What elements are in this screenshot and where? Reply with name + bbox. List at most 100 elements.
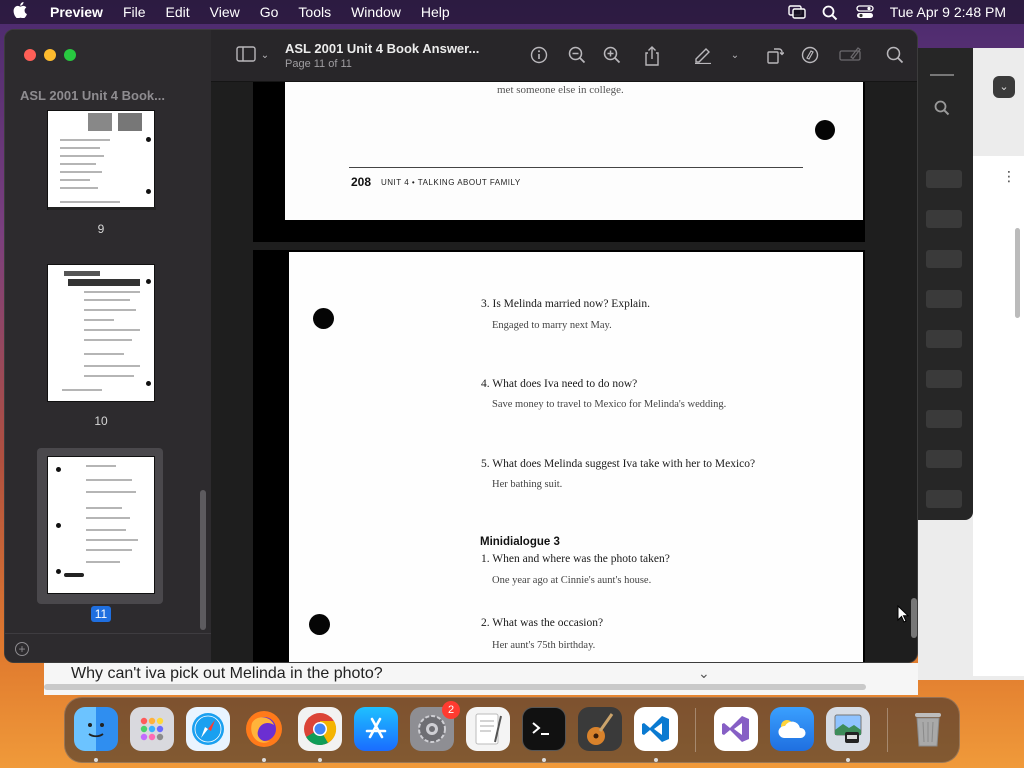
apple-menu-icon[interactable] [0,2,40,22]
trash-icon[interactable] [906,707,950,751]
thumbnail-text-line [86,549,132,551]
thumbnail-page-9[interactable]: 9 [47,110,156,236]
safari-icon[interactable] [186,707,230,751]
background-list-row[interactable] [926,170,962,188]
thumbnail-hole [56,467,61,472]
menu-go[interactable]: Go [250,0,289,24]
zoom-out-icon[interactable] [567,46,587,66]
chevron-down-icon[interactable]: ⌄ [698,665,710,682]
rotate-icon[interactable] [765,46,785,66]
thumbnail-text-line [84,365,140,367]
chrome-icon[interactable] [298,707,342,751]
thumbnail-edge [48,207,156,210]
background-scrollbar[interactable] [1015,228,1020,318]
background-list-row[interactable] [926,290,962,308]
chevron-down-icon[interactable]: ⌄ [259,46,271,66]
weather-icon[interactable] [770,707,814,751]
document-viewer[interactable]: met someone else in college. 208 UNIT 4 … [211,82,917,662]
background-list-row[interactable] [926,330,962,348]
info-icon[interactable] [529,46,549,66]
thumbnail-text-line [86,561,120,563]
background-list-row[interactable] [926,250,962,268]
thumbnail-banner [68,279,140,286]
thumbnail-text-line [84,299,130,301]
thumbnail-hole [56,523,61,528]
background-list-row[interactable] [926,450,962,468]
question-text: 3. Is Melinda married now? Explain. [481,298,650,310]
thumbnail-text-line [60,187,98,189]
sidebar-toggle-icon[interactable] [235,46,257,66]
form-fill-icon[interactable] [838,46,862,66]
menubar-clock[interactable]: Tue Apr 9 2:48 PM [890,4,1006,20]
thumbnail-page-11[interactable]: 11 [47,456,155,622]
underlying-question-text[interactable]: Why can't iva pick out Melinda in the ph… [71,665,383,683]
thumbnail-text-line [86,479,132,481]
thumbnail-text-line [60,155,104,157]
thumbnail-text-line [60,163,96,165]
thumbnail-text-line [84,309,136,311]
vscode-icon[interactable] [634,707,678,751]
menu-file[interactable]: File [113,0,156,24]
markup-pen-icon[interactable] [693,46,713,66]
terminal-icon[interactable] [522,707,566,751]
mouse-cursor-icon [897,604,910,623]
visual-studio-icon[interactable] [714,707,758,751]
document-scrollbar[interactable] [911,598,917,638]
thumbnail-label: 9 [97,222,105,236]
background-window[interactable]: ⌄ ⋮ [918,48,1024,680]
sidebar-scrollbar[interactable] [200,490,206,630]
app-store-icon[interactable] [354,707,398,751]
fullscreen-button[interactable] [64,49,76,61]
thumbnail-text-line [86,465,116,467]
thumbnail-text-line [62,389,102,391]
firefox-icon[interactable] [242,707,286,751]
textedit-icon[interactable] [466,707,510,751]
thumbnail-text-line [84,291,140,293]
background-list-row[interactable] [926,210,962,228]
thumbnail-text-line [84,319,114,321]
minimize-button[interactable] [44,49,56,61]
thumbnail-photo [88,113,112,131]
thumbnail-sidebar: ASL 2001 Unit 4 Book... 9 10 11 + [5,30,211,662]
page-footer-text: UNIT 4 • TALKING ABOUT FAMILY [381,178,521,187]
launchpad-icon[interactable] [130,707,174,751]
finder-icon[interactable] [74,707,118,751]
preview-icon[interactable] [826,707,870,751]
background-list-row[interactable] [926,370,962,388]
background-list-row[interactable] [926,410,962,428]
share-icon[interactable] [642,46,662,66]
answer-text: Engaged to marry next May. [492,320,612,331]
background-search-icon[interactable] [934,100,950,120]
dock-separator [887,708,888,752]
add-icon[interactable]: + [15,642,29,656]
menu-tools[interactable]: Tools [288,0,341,24]
search-icon[interactable] [885,46,905,66]
menu-view[interactable]: View [200,0,250,24]
markup-icon[interactable] [800,46,820,66]
page-count: Page 11 of 11 [285,58,352,70]
spotlight-search-icon[interactable] [822,5,840,21]
screen-mirroring-icon[interactable] [788,5,806,19]
more-options-icon[interactable]: ⋮ [1002,168,1016,185]
menu-edit[interactable]: Edit [156,0,200,24]
gear-icon[interactable]: 2 [410,701,460,751]
document-title[interactable]: ASL 2001 Unit 4 Book Answer... [285,41,479,56]
background-list-row[interactable] [926,490,962,508]
guitar-icon[interactable] [578,707,622,751]
menu-window[interactable]: Window [341,0,411,24]
menu-app-name[interactable]: Preview [40,0,113,24]
zoom-in-icon[interactable] [602,46,622,66]
chevron-down-icon[interactable]: ⌄ [729,46,741,66]
menu-help[interactable]: Help [411,0,460,24]
thumbnail-page-10[interactable]: 10 [47,264,155,428]
control-center-icon[interactable] [856,5,874,19]
horizontal-scrollbar[interactable] [44,684,866,690]
thumbnail-text-line [84,329,140,331]
punch-hole [309,614,330,635]
thumbnail-heading [64,271,100,276]
chevron-down-icon[interactable]: ⌄ [993,76,1015,98]
dock: 2 [64,697,960,763]
thumbnail-text-line [84,353,124,355]
background-window-panel [918,48,973,520]
close-button[interactable] [24,49,36,61]
